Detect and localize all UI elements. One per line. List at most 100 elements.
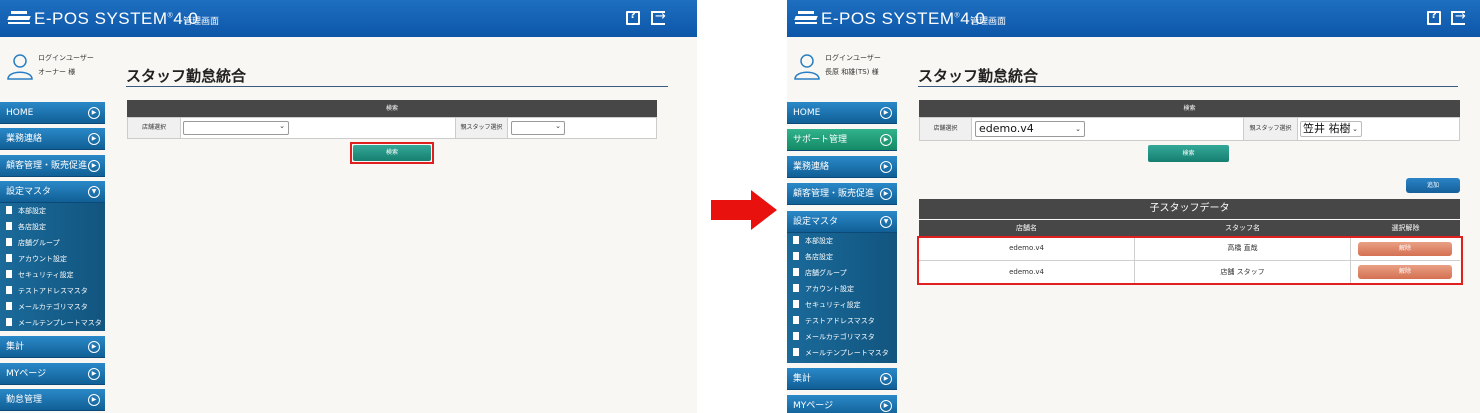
- chevron-down-icon: ⌄: [555, 122, 561, 130]
- document-icon: [793, 284, 799, 292]
- parent-staff-select[interactable]: 笠井 祐樹 ⌄: [1300, 121, 1362, 137]
- highlight-frame: [917, 236, 1463, 285]
- document-icon: [793, 300, 799, 308]
- nav-mypage[interactable]: MYページ ▶: [787, 395, 897, 413]
- child-staff-title: 子スタッフデータ: [919, 199, 1460, 219]
- epos-logo-icon: [7, 11, 31, 25]
- chevron-right-icon: ▶: [880, 188, 892, 200]
- login-user-name: オーナー 様: [38, 68, 76, 76]
- document-icon: [6, 206, 12, 214]
- search-button[interactable]: 検索: [353, 145, 431, 161]
- nav-label: サポート管理: [793, 135, 848, 145]
- nav-mypage[interactable]: MYページ ▶: [0, 363, 105, 385]
- nav-label: 集計: [793, 374, 812, 384]
- nav-customer-promotion[interactable]: 顧客管理・販売促進 ▶: [787, 183, 897, 205]
- document-icon: [6, 302, 12, 310]
- nav-label: MYページ: [6, 369, 47, 379]
- nav-support[interactable]: サポート管理 ▶: [787, 129, 897, 151]
- brand-subtitle: 管理画面: [970, 17, 1007, 27]
- submenu-item[interactable]: メールカテゴリマスタ: [793, 332, 875, 342]
- submenu-item[interactable]: メールテンプレートマスタ: [6, 318, 102, 328]
- header-bar: E-POS SYSTEM®4.0 管理画面: [0, 0, 697, 37]
- after-screen: E-POS SYSTEM®4.0 管理画面 ログインユーザー 長原 和雄(TS)…: [787, 0, 1480, 413]
- submenu-item[interactable]: 各店設定: [793, 252, 833, 262]
- submenu-item[interactable]: セキュリティ設定: [793, 300, 861, 310]
- nav-home[interactable]: HOME ▶: [0, 102, 105, 124]
- brand-name: E-POS SYSTEM®4.0: [821, 9, 986, 28]
- column-staff: スタッフ名: [1225, 224, 1260, 232]
- nav-attendance[interactable]: 勤怠管理 ▶: [0, 389, 105, 411]
- nav-label: 顧客管理・販売促進: [6, 161, 88, 171]
- before-screen: E-POS SYSTEM®4.0 管理画面 ログインユーザー オーナー 様 HO…: [0, 0, 697, 413]
- document-icon: [6, 254, 12, 262]
- chevron-down-icon: ▼: [880, 216, 892, 228]
- brand-name: E-POS SYSTEM®4.0: [34, 9, 199, 28]
- chevron-down-icon: ⌄: [279, 122, 285, 130]
- nav-settings-master[interactable]: 設定マスタ ▼: [0, 181, 105, 203]
- nav-customer-promotion[interactable]: 顧客管理・販売促進 ▶: [0, 155, 105, 177]
- submenu-item[interactable]: テストアドレスマスタ: [6, 286, 88, 296]
- nav-label: 集計: [6, 342, 25, 352]
- header-bar: E-POS SYSTEM®4.0 管理画面: [787, 0, 1480, 37]
- document-icon: [6, 270, 12, 278]
- document-icon: [793, 332, 799, 340]
- search-form-row: 店舗選択 ⌄ 親スタッフ選択 ⌄: [127, 117, 657, 139]
- chevron-right-icon: ▶: [88, 394, 100, 406]
- logout-icon[interactable]: [1451, 9, 1466, 25]
- logout-icon[interactable]: [651, 9, 666, 25]
- submenu-item[interactable]: メールカテゴリマスタ: [6, 302, 88, 312]
- store-select[interactable]: ⌄: [183, 121, 289, 135]
- store-select[interactable]: edemo.v4 ⌄: [975, 121, 1085, 137]
- document-icon: [6, 318, 12, 326]
- nav-label: HOME: [6, 108, 34, 118]
- comparison-stage: E-POS SYSTEM®4.0 管理画面 ログインユーザー オーナー 様 HO…: [0, 0, 1480, 413]
- nav-home[interactable]: HOME ▶: [787, 102, 897, 124]
- nav-aggregate[interactable]: 集計 ▶: [787, 368, 897, 390]
- submenu-item[interactable]: 店舗グループ: [6, 238, 60, 248]
- submenu-item[interactable]: アカウント設定: [6, 254, 67, 264]
- nav-label: 設定マスタ: [793, 217, 839, 227]
- nav-label: 顧客管理・販売促進: [793, 189, 875, 199]
- nav-settings-master[interactable]: 設定マスタ ▼: [787, 211, 897, 233]
- column-release: 選択解除: [1391, 224, 1420, 232]
- login-user-label: ログインユーザー: [38, 54, 94, 62]
- add-button[interactable]: 追加: [1406, 178, 1460, 193]
- help-book-icon[interactable]: [626, 10, 640, 25]
- chevron-right-icon: ▶: [88, 341, 100, 353]
- parent-staff-select[interactable]: ⌄: [511, 121, 565, 135]
- column-store: 店舗名: [1016, 224, 1037, 232]
- store-select-label: 店舗選択: [920, 118, 972, 140]
- parent-staff-label: 親スタッフ選択: [1243, 118, 1298, 140]
- submenu-item[interactable]: セキュリティ設定: [6, 270, 74, 280]
- submenu-item[interactable]: 店舗グループ: [793, 268, 847, 278]
- chevron-right-icon: ▶: [880, 107, 892, 119]
- chevron-down-icon: ⌄: [1075, 125, 1081, 133]
- document-icon: [6, 286, 12, 294]
- submenu-item[interactable]: 各店設定: [6, 222, 46, 232]
- submenu-item[interactable]: テストアドレスマスタ: [793, 316, 875, 326]
- chevron-right-icon: ▶: [880, 161, 892, 173]
- nav-business-contact[interactable]: 業務連絡 ▶: [787, 156, 897, 178]
- document-icon: [793, 348, 799, 356]
- settings-submenu: 本部設定 各店設定 店舗グループ アカウント設定 セキュリティ設定 テストアドレ…: [0, 203, 105, 331]
- login-user-name: 長原 和雄(TS) 様: [825, 68, 879, 76]
- document-icon: [793, 252, 799, 260]
- document-icon: [6, 238, 12, 246]
- nav-aggregate[interactable]: 集計 ▶: [0, 336, 105, 358]
- submenu-item[interactable]: 本部設定: [793, 236, 833, 246]
- submenu-item[interactable]: アカウント設定: [793, 284, 854, 294]
- help-book-icon[interactable]: [1427, 10, 1441, 25]
- nav-label: 業務連絡: [6, 134, 43, 144]
- nav-label: MYページ: [793, 401, 834, 411]
- chevron-right-icon: ▶: [88, 133, 100, 145]
- store-select-label: 店舗選択: [128, 118, 181, 138]
- chevron-right-icon: ▶: [88, 368, 100, 380]
- chevron-right-icon: ▶: [88, 107, 100, 119]
- nav-business-contact[interactable]: 業務連絡 ▶: [0, 128, 105, 150]
- search-button[interactable]: 検索: [1148, 145, 1229, 162]
- child-table-header: 店舗名 スタッフ名 選択解除: [919, 220, 1460, 237]
- chevron-right-icon: ▶: [880, 400, 892, 412]
- submenu-item[interactable]: 本部設定: [6, 206, 46, 216]
- nav-label: 業務連絡: [793, 162, 830, 172]
- submenu-item[interactable]: メールテンプレートマスタ: [793, 348, 889, 358]
